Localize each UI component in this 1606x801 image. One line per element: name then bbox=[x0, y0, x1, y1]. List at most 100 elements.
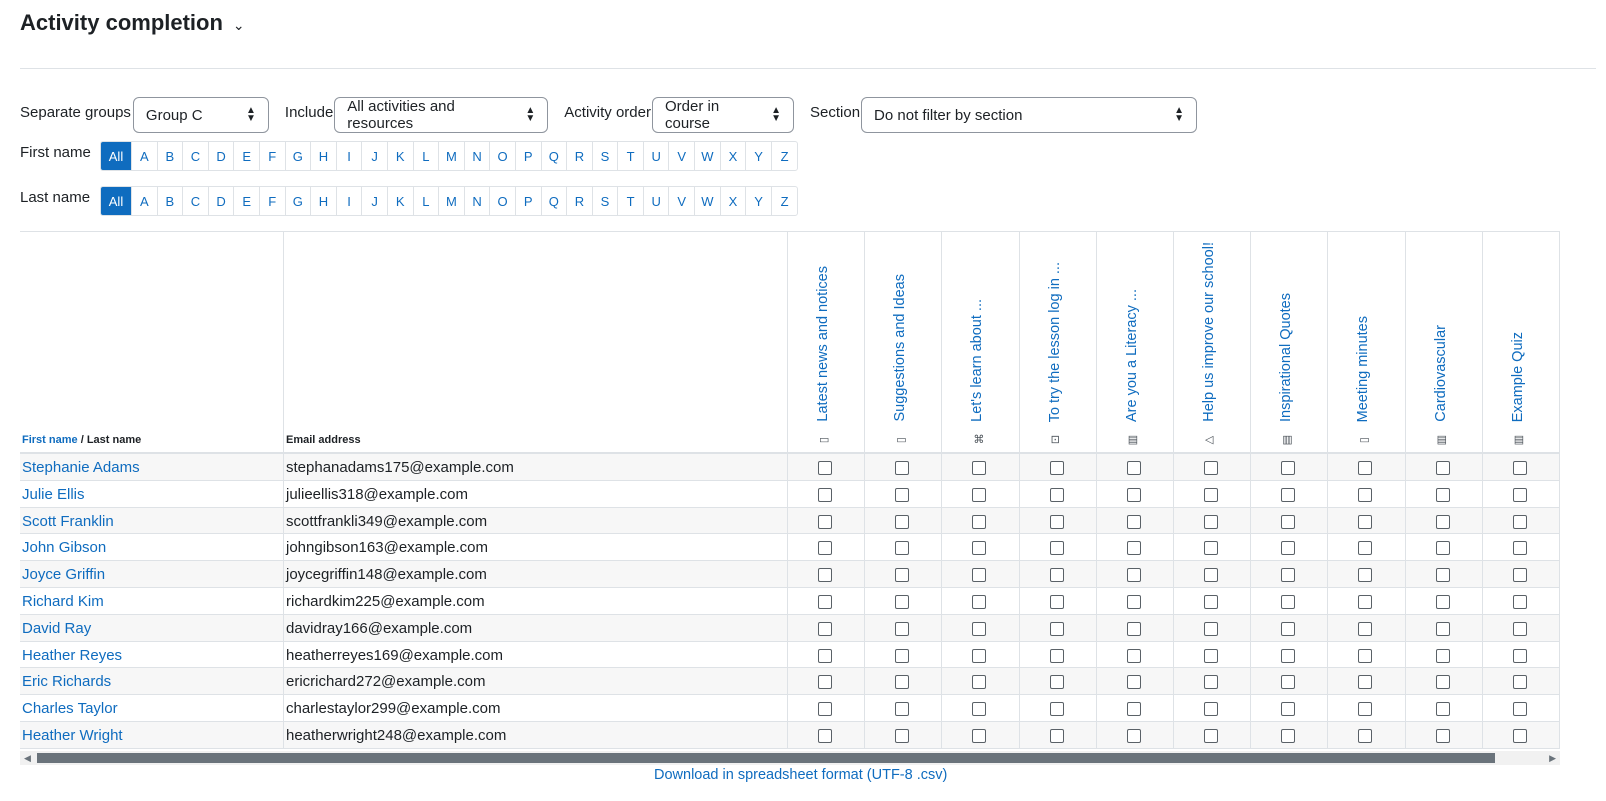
completion-checkbox[interactable] bbox=[1204, 648, 1218, 663]
horizontal-scrollbar[interactable]: ◀ ▶ bbox=[20, 751, 1560, 765]
completion-checkbox[interactable] bbox=[1512, 594, 1527, 609]
last-initial-n[interactable]: N bbox=[465, 187, 491, 215]
first-initial-p[interactable]: P bbox=[516, 142, 542, 170]
user-name-link[interactable]: David Ray bbox=[22, 620, 91, 637]
user-name-link[interactable]: Eric Richards bbox=[22, 673, 111, 690]
completion-checkbox[interactable] bbox=[1126, 594, 1141, 609]
groups-select[interactable]: Group C ▲ ▼ bbox=[132, 97, 269, 133]
scroll-left-icon[interactable]: ◀ bbox=[24, 751, 31, 765]
user-name-link[interactable]: Heather Reyes bbox=[22, 647, 122, 664]
last-initial-s[interactable]: S bbox=[593, 187, 619, 215]
completion-checkbox[interactable] bbox=[1049, 675, 1064, 690]
completion-checkbox[interactable] bbox=[1512, 648, 1527, 663]
completion-checkbox[interactable] bbox=[818, 621, 832, 636]
completion-checkbox[interactable] bbox=[1358, 702, 1373, 717]
section-select[interactable]: Do not filter by section ▲ ▼ bbox=[861, 97, 1198, 133]
completion-checkbox[interactable] bbox=[1049, 514, 1064, 529]
completion-checkbox[interactable] bbox=[1126, 675, 1141, 690]
user-name-link[interactable]: Heather Wright bbox=[22, 727, 123, 744]
completion-checkbox[interactable] bbox=[972, 594, 987, 609]
user-name-link[interactable]: Charles Taylor bbox=[22, 700, 118, 717]
completion-checkbox[interactable] bbox=[818, 594, 832, 609]
last-initial-b[interactable]: B bbox=[158, 187, 184, 215]
activity-link[interactable]: Example Quiz bbox=[1510, 332, 1526, 422]
completion-checkbox[interactable] bbox=[1281, 648, 1296, 663]
completion-checkbox[interactable] bbox=[972, 541, 987, 556]
first-initial-l[interactable]: L bbox=[414, 142, 440, 170]
completion-checkbox[interactable] bbox=[818, 568, 832, 583]
completion-checkbox[interactable] bbox=[1049, 487, 1064, 502]
first-initial-k[interactable]: K bbox=[388, 142, 414, 170]
activity-link[interactable]: Help us improve our school! bbox=[1201, 242, 1217, 422]
completion-checkbox[interactable] bbox=[1049, 594, 1064, 609]
completion-checkbox[interactable] bbox=[1358, 728, 1373, 743]
activity-link[interactable]: Are you a Literacy ... bbox=[1124, 289, 1140, 422]
first-initial-x[interactable]: X bbox=[721, 142, 747, 170]
completion-checkbox[interactable] bbox=[972, 487, 987, 502]
last-initial-o[interactable]: O bbox=[490, 187, 516, 215]
last-initial-q[interactable]: Q bbox=[542, 187, 568, 215]
first-initial-q[interactable]: Q bbox=[542, 142, 568, 170]
completion-checkbox[interactable] bbox=[1281, 514, 1296, 529]
completion-checkbox[interactable] bbox=[1512, 541, 1527, 556]
download-csv-link[interactable]: Download in spreadsheet format (UTF-8 .c… bbox=[654, 767, 947, 783]
completion-checkbox[interactable] bbox=[1204, 728, 1218, 743]
completion-checkbox[interactable] bbox=[895, 702, 910, 717]
completion-checkbox[interactable] bbox=[1126, 514, 1141, 529]
completion-checkbox[interactable] bbox=[1358, 514, 1373, 529]
completion-checkbox[interactable] bbox=[1049, 541, 1064, 556]
completion-checkbox[interactable] bbox=[1435, 648, 1450, 663]
first-initial-m[interactable]: M bbox=[439, 142, 465, 170]
last-initial-y[interactable]: Y bbox=[746, 187, 772, 215]
completion-checkbox[interactable] bbox=[1126, 702, 1141, 717]
completion-checkbox[interactable] bbox=[1435, 461, 1450, 475]
user-name-link[interactable]: Scott Franklin bbox=[22, 513, 114, 530]
last-initial-x[interactable]: X bbox=[721, 187, 747, 215]
completion-checkbox[interactable] bbox=[1512, 621, 1527, 636]
last-initial-j[interactable]: J bbox=[362, 187, 388, 215]
completion-checkbox[interactable] bbox=[1512, 461, 1527, 475]
completion-checkbox[interactable] bbox=[1126, 648, 1141, 663]
first-initial-e[interactable]: E bbox=[234, 142, 260, 170]
sort-last-name-link[interactable]: Last name bbox=[87, 434, 141, 446]
completion-checkbox[interactable] bbox=[1281, 728, 1296, 743]
activity-link[interactable]: Meeting minutes bbox=[1355, 316, 1371, 422]
first-initial-d[interactable]: D bbox=[209, 142, 235, 170]
completion-checkbox[interactable] bbox=[1512, 487, 1527, 502]
completion-checkbox[interactable] bbox=[1126, 541, 1141, 556]
completion-checkbox[interactable] bbox=[1435, 594, 1450, 609]
completion-checkbox[interactable] bbox=[1049, 461, 1064, 475]
activity-link[interactable]: Inspirational Quotes bbox=[1278, 293, 1294, 422]
completion-checkbox[interactable] bbox=[1126, 728, 1141, 743]
last-initial-r[interactable]: R bbox=[567, 187, 593, 215]
completion-checkbox[interactable] bbox=[1281, 675, 1296, 690]
completion-checkbox[interactable] bbox=[1204, 487, 1218, 502]
completion-checkbox[interactable] bbox=[1435, 514, 1450, 529]
completion-checkbox[interactable] bbox=[1204, 621, 1218, 636]
completion-checkbox[interactable] bbox=[1435, 728, 1450, 743]
completion-checkbox[interactable] bbox=[895, 675, 910, 690]
completion-checkbox[interactable] bbox=[895, 594, 910, 609]
first-initial-o[interactable]: O bbox=[490, 142, 516, 170]
completion-checkbox[interactable] bbox=[818, 702, 832, 717]
completion-checkbox[interactable] bbox=[972, 728, 987, 743]
first-initial-r[interactable]: R bbox=[567, 142, 593, 170]
last-initial-all[interactable]: All bbox=[101, 187, 132, 215]
completion-checkbox[interactable] bbox=[1204, 702, 1218, 717]
order-select[interactable]: Order in course ▲ ▼ bbox=[652, 97, 794, 133]
user-name-link[interactable]: John Gibson bbox=[22, 539, 106, 556]
first-initial-t[interactable]: T bbox=[618, 142, 644, 170]
last-initial-t[interactable]: T bbox=[618, 187, 644, 215]
completion-checkbox[interactable] bbox=[895, 514, 910, 529]
first-initial-u[interactable]: U bbox=[644, 142, 670, 170]
first-initial-all[interactable]: All bbox=[101, 142, 132, 170]
completion-checkbox[interactable] bbox=[1512, 675, 1527, 690]
last-initial-a[interactable]: A bbox=[132, 187, 158, 215]
completion-checkbox[interactable] bbox=[1512, 568, 1527, 583]
last-initial-z[interactable]: Z bbox=[772, 187, 798, 215]
completion-checkbox[interactable] bbox=[1049, 728, 1064, 743]
include-select[interactable]: All activities and resources ▲ ▼ bbox=[334, 97, 549, 133]
completion-checkbox[interactable] bbox=[1358, 461, 1373, 475]
completion-checkbox[interactable] bbox=[1512, 728, 1527, 743]
first-initial-c[interactable]: C bbox=[183, 142, 209, 170]
